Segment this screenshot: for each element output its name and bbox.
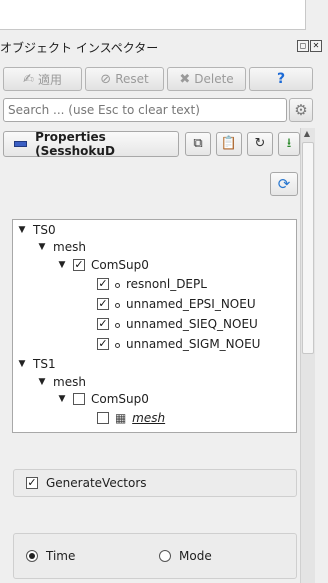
tree-row[interactable]: ✓ unnamed_EPSI_NOEU bbox=[97, 294, 256, 314]
tree-row[interactable]: ✓ resnonl_DEPL bbox=[97, 274, 207, 294]
close-icon[interactable]: ✕ bbox=[310, 40, 322, 52]
reset-label: Reset bbox=[115, 72, 149, 86]
collapse-bar-icon bbox=[14, 141, 28, 147]
restore-icon[interactable]: ↻ bbox=[247, 132, 273, 156]
tree-label: resnonl_DEPL bbox=[126, 277, 207, 291]
tree-label: TS1 bbox=[33, 357, 56, 371]
generate-vectors-group: ✓ GenerateVectors bbox=[13, 469, 297, 497]
paste-icon[interactable]: 📋 bbox=[216, 132, 242, 156]
tree-row[interactable]: ▼ ✓ ComSup0 bbox=[57, 255, 149, 275]
tree-label: unnamed_SIGM_NOEU bbox=[126, 337, 261, 351]
reset-button[interactable]: ⊘ Reset bbox=[85, 67, 164, 91]
expand-arrow-icon[interactable]: ▼ bbox=[17, 225, 27, 235]
expand-arrow-icon[interactable]: ▼ bbox=[37, 377, 47, 387]
checkbox[interactable]: ✓ bbox=[97, 318, 109, 330]
tree-label: ComSup0 bbox=[91, 258, 149, 272]
tree-row[interactable]: ▼ mesh bbox=[37, 237, 86, 257]
mode-radio[interactable] bbox=[159, 550, 171, 562]
panel-title: オブジェクト インスペクター bbox=[0, 41, 159, 55]
checkbox[interactable]: ✓ bbox=[97, 338, 109, 350]
refresh-icon[interactable]: ⟳ bbox=[270, 172, 298, 196]
properties-toggle-button[interactable]: Properties (SesshokuD bbox=[3, 130, 179, 158]
help-icon: ? bbox=[276, 71, 286, 87]
apply-button[interactable]: ✍ 適用 bbox=[3, 67, 82, 91]
delete-button[interactable]: ✖ Delete bbox=[167, 67, 246, 91]
generate-vectors-checkbox[interactable]: ✓ bbox=[26, 477, 38, 489]
tree-row[interactable]: ▼ ComSup0 bbox=[57, 389, 149, 409]
apply-label: 適用 bbox=[37, 72, 62, 87]
mesh-icon: ▦ bbox=[115, 411, 127, 425]
generate-vectors-label: GenerateVectors bbox=[46, 476, 147, 490]
reset-icon: ⊘ bbox=[100, 71, 112, 87]
tree-label: mesh bbox=[53, 240, 86, 254]
tree-label: ComSup0 bbox=[91, 392, 149, 406]
tree-view[interactable]: ▼ TS0 ▼ mesh ▼ ✓ ComSup0 ✓ resnonl_DEPL … bbox=[12, 219, 297, 433]
previous-panel-area bbox=[0, 0, 306, 30]
checkbox[interactable] bbox=[73, 393, 85, 405]
properties-label: Properties (SesshokuD bbox=[35, 130, 115, 158]
gear-icon[interactable]: ⚙ bbox=[289, 98, 313, 122]
expand-arrow-icon[interactable]: ▼ bbox=[37, 242, 47, 252]
tree-label: unnamed_SIEQ_NOEU bbox=[126, 317, 258, 331]
tree-row[interactable]: ▦ mesh bbox=[97, 408, 165, 428]
copy-icon[interactable]: ⧉ bbox=[185, 132, 211, 156]
expand-arrow-icon[interactable]: ▼ bbox=[57, 394, 67, 404]
tree-label: mesh bbox=[132, 411, 166, 425]
expand-arrow-icon[interactable]: ▼ bbox=[17, 359, 27, 369]
tree-row[interactable]: ▼ TS1 bbox=[17, 354, 56, 374]
tree-row[interactable]: ✓ unnamed_SIGM_NOEU bbox=[97, 334, 260, 354]
apply-icon: ✍ bbox=[23, 71, 34, 87]
expand-arrow-icon[interactable]: ▼ bbox=[57, 260, 67, 270]
help-button[interactable]: ? bbox=[249, 67, 313, 91]
checkbox[interactable]: ✓ bbox=[73, 259, 85, 271]
field-point-icon bbox=[115, 323, 120, 328]
tree-label: unnamed_EPSI_NOEU bbox=[126, 297, 256, 311]
scroll-up-icon[interactable]: ▲ bbox=[300, 128, 314, 140]
time-label: Time bbox=[46, 549, 76, 563]
tree-label: mesh bbox=[53, 375, 86, 389]
mode-label: Mode bbox=[179, 549, 212, 563]
checkbox[interactable]: ✓ bbox=[97, 298, 109, 310]
time-radio-option[interactable]: Time bbox=[26, 549, 75, 563]
time-mode-group: Time Mode bbox=[13, 533, 297, 579]
mode-radio-option[interactable]: Mode bbox=[159, 549, 212, 563]
field-point-icon bbox=[115, 303, 120, 308]
field-point-icon bbox=[115, 283, 120, 288]
scrollbar-thumb[interactable] bbox=[302, 142, 314, 354]
tree-label: TS0 bbox=[33, 223, 56, 237]
search-input[interactable]: Search ... (use Esc to clear text) bbox=[3, 98, 287, 122]
field-point-icon bbox=[115, 343, 120, 348]
checkbox[interactable] bbox=[97, 412, 109, 424]
float-icon[interactable]: ◻ bbox=[297, 40, 309, 52]
delete-label: Delete bbox=[194, 72, 234, 86]
checkbox[interactable]: ✓ bbox=[97, 278, 109, 290]
delete-icon: ✖ bbox=[179, 71, 191, 87]
time-radio[interactable] bbox=[26, 550, 38, 562]
tree-row[interactable]: ✓ unnamed_SIEQ_NOEU bbox=[97, 314, 258, 334]
save-default-icon[interactable]: ⭳ bbox=[278, 132, 300, 156]
